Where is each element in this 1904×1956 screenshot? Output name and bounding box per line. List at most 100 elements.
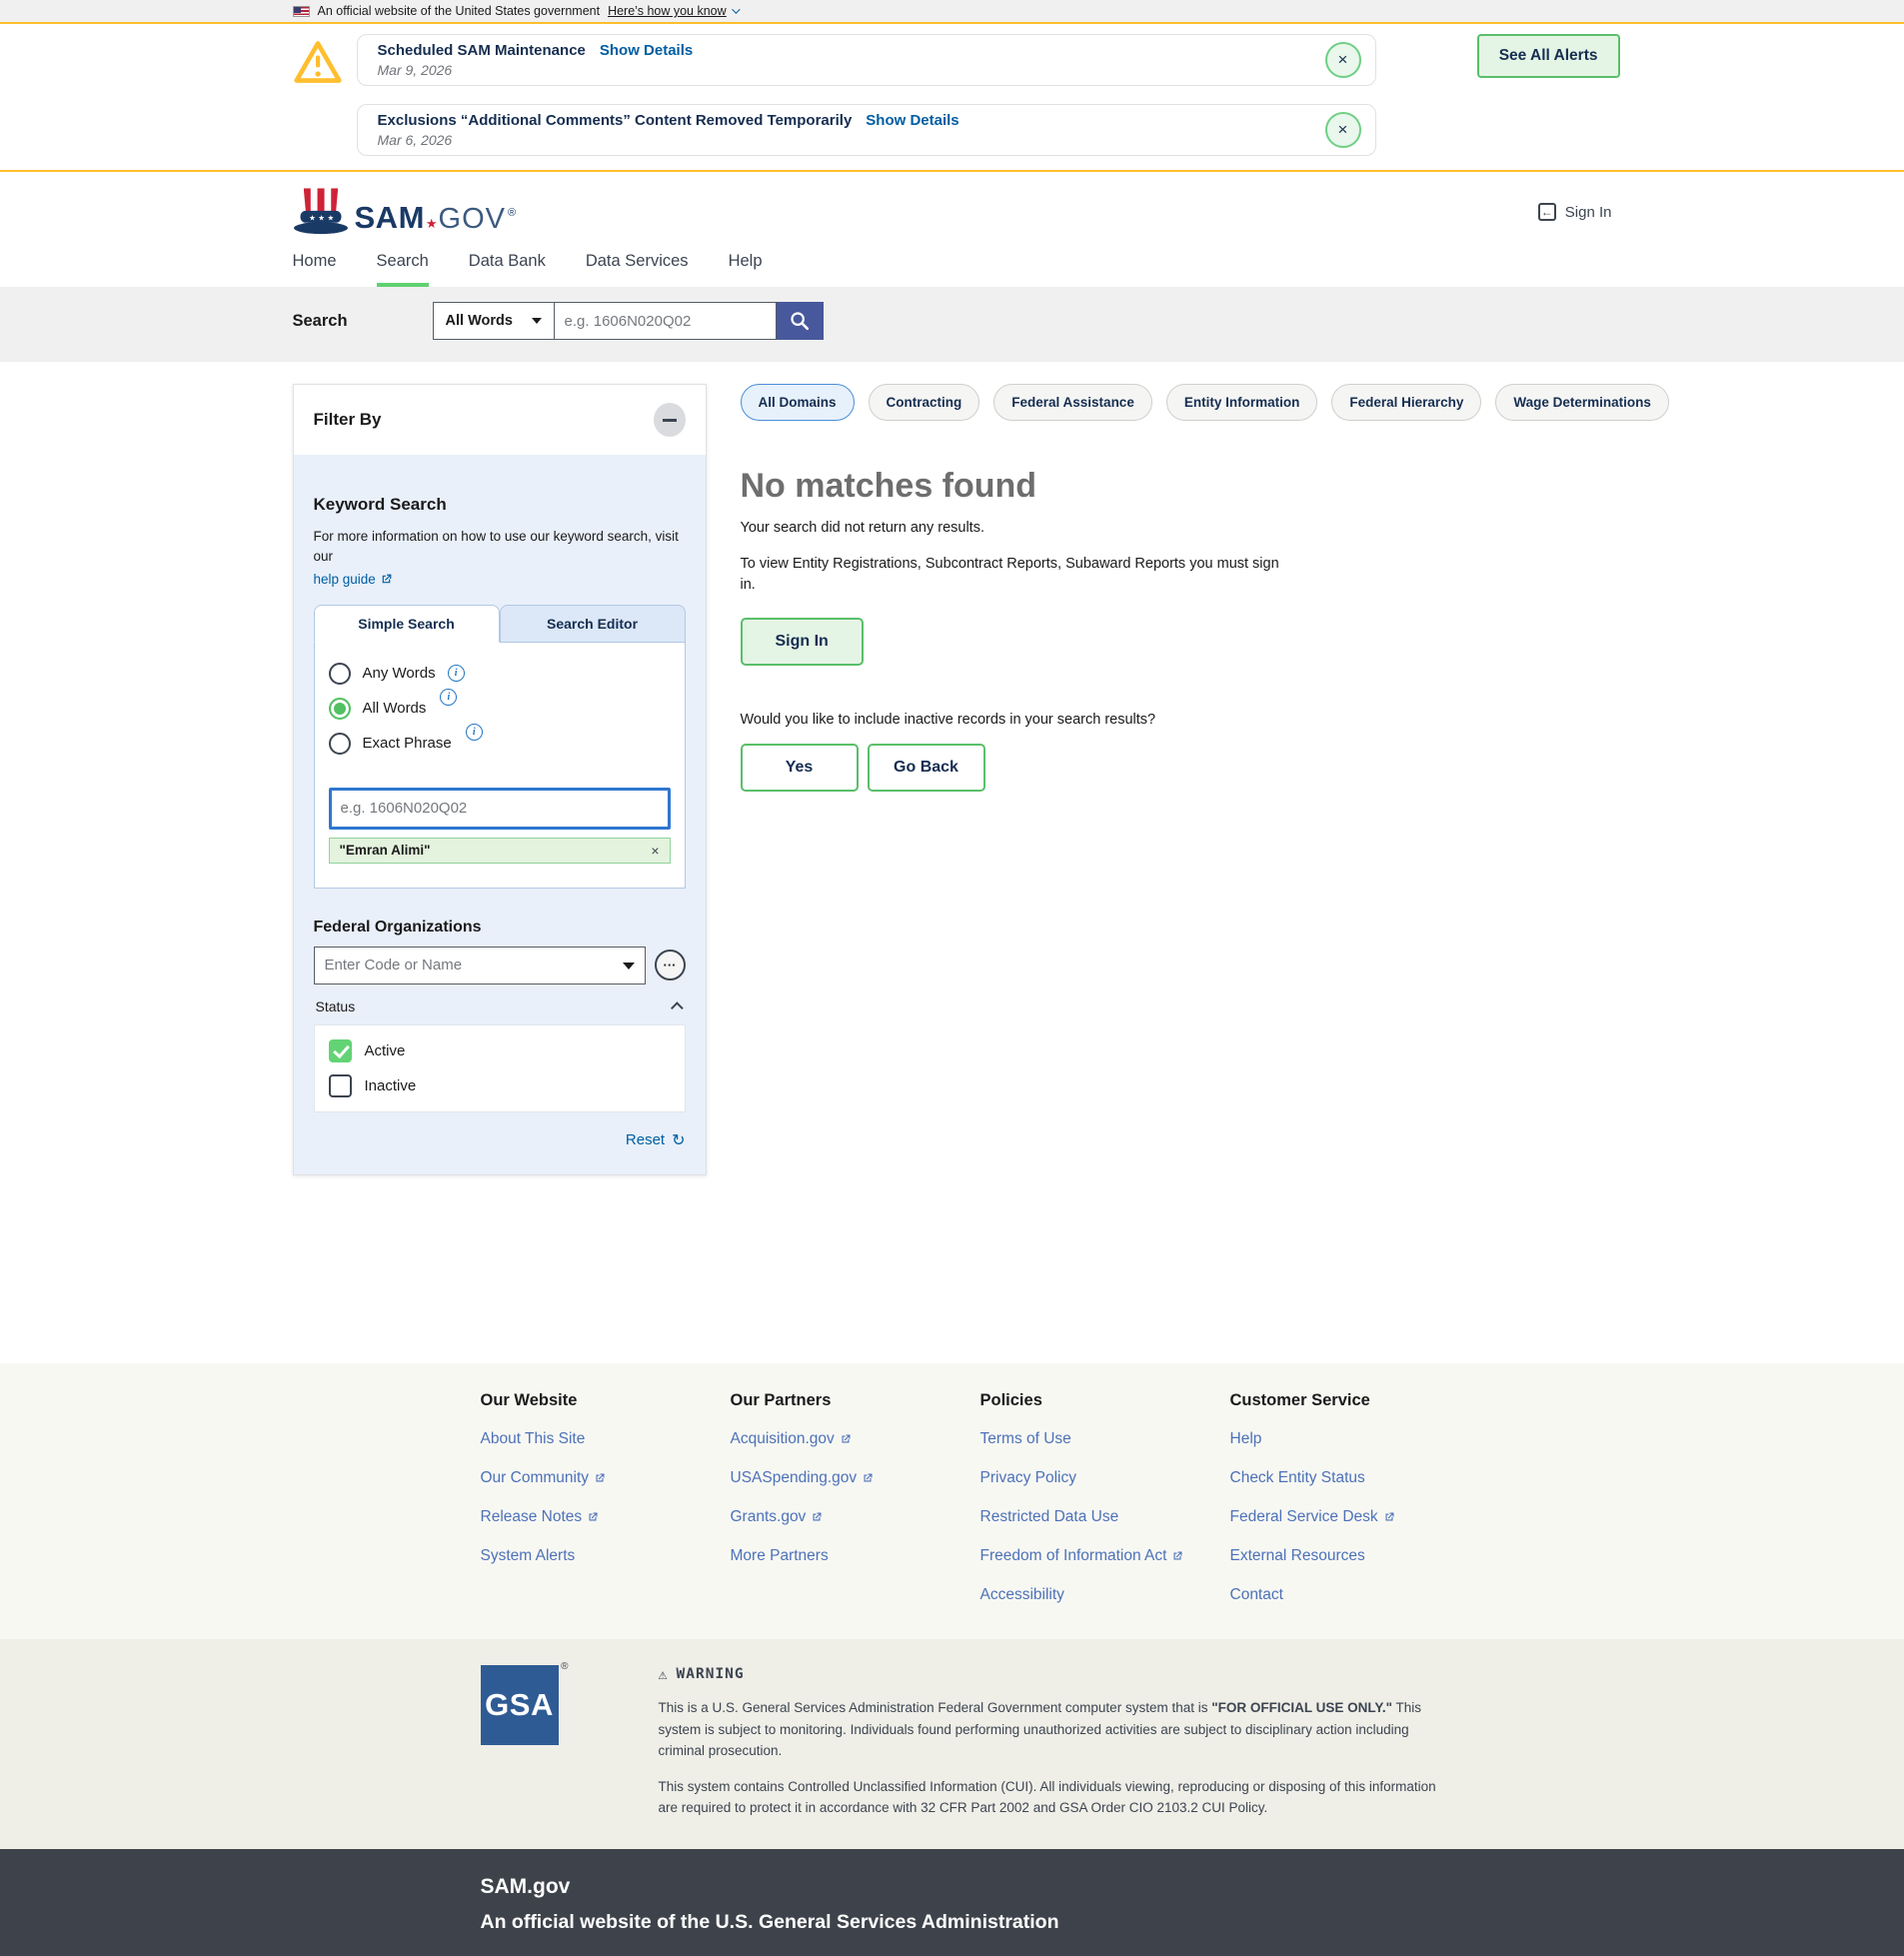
external-link-icon — [840, 1433, 852, 1445]
radio-label-exact-phrase: Exact Phrase — [363, 735, 452, 752]
info-icon[interactable]: i — [448, 665, 465, 682]
external-link-icon — [862, 1472, 874, 1484]
keyword-search-input[interactable] — [329, 788, 671, 830]
footer-link-more-partners[interactable]: More Partners — [731, 1547, 829, 1565]
global-search-input[interactable] — [555, 302, 777, 340]
footer-column-heading: Customer Service — [1230, 1391, 1480, 1410]
primary-nav: Home Search Data Bank Data Services Help — [0, 242, 1904, 287]
nav-item-data-bank[interactable]: Data Bank — [469, 252, 546, 287]
info-icon[interactable]: i — [466, 724, 483, 741]
domain-tab-federal-assistance[interactable]: Federal Assistance — [993, 384, 1152, 421]
federal-org-input[interactable] — [314, 947, 646, 984]
tab-simple-search[interactable]: Simple Search — [314, 605, 500, 643]
radio-all-words[interactable] — [329, 698, 351, 720]
go-back-button[interactable]: Go Back — [868, 744, 985, 792]
no-results-subtitle: Your search did not return any results. — [741, 520, 1669, 536]
footer-link-acquisition-gov[interactable]: Acquisition.gov — [731, 1430, 852, 1448]
reset-filters-link[interactable]: Reset ↻ — [626, 1130, 686, 1150]
footer-link-accessibility[interactable]: Accessibility — [980, 1586, 1064, 1604]
footer-link-system-alerts[interactable]: System Alerts — [481, 1547, 576, 1565]
close-alert-button[interactable]: × — [1325, 112, 1361, 148]
footer-link-help[interactable]: Help — [1230, 1430, 1262, 1448]
checkbox-inactive[interactable] — [329, 1074, 352, 1097]
external-link-icon — [380, 573, 393, 586]
gsa-logo: GSA — [481, 1665, 559, 1745]
nav-item-home[interactable]: Home — [293, 252, 337, 287]
radio-exact-phrase[interactable] — [329, 733, 351, 755]
keyword-search-heading: Keyword Search — [314, 495, 686, 515]
domain-tab-federal-hierarchy[interactable]: Federal Hierarchy — [1331, 384, 1481, 421]
how-you-know-link[interactable]: Here’s how you know — [608, 4, 738, 18]
checkbox-active[interactable] — [329, 1039, 352, 1062]
status-label: Status — [316, 998, 356, 1014]
registered-mark: ® — [561, 1661, 568, 1672]
include-inactive-question: Would you like to include inactive recor… — [741, 712, 1669, 728]
search-label: Search — [293, 312, 348, 331]
warning-paragraph-2: This system contains Controlled Unclassi… — [659, 1776, 1448, 1819]
nav-item-search[interactable]: Search — [377, 252, 429, 287]
gov-banner: An official website of the United States… — [0, 0, 1904, 24]
close-alert-button[interactable]: × — [1325, 42, 1361, 78]
radio-any-words[interactable] — [329, 663, 351, 685]
search-submit-button[interactable] — [777, 302, 824, 340]
main-content: Filter By Keyword Search For more inform… — [0, 362, 1904, 1363]
external-link-icon — [1171, 1550, 1183, 1562]
help-guide-link[interactable]: help guide — [314, 572, 393, 587]
show-details-link[interactable]: Show Details — [866, 112, 958, 129]
keyword-search-tabs: Simple Search Search Editor — [314, 605, 686, 643]
checkbox-label-active: Active — [365, 1042, 406, 1059]
alerts-section: Scheduled SAM Maintenance Show Details M… — [0, 24, 1904, 172]
footer-link-usaspending-gov[interactable]: USASpending.gov — [731, 1469, 875, 1487]
uncle-sam-hat-icon: ★ ★ ★ — [293, 188, 349, 236]
collapse-filters-button[interactable] — [654, 403, 686, 437]
show-details-link[interactable]: Show Details — [600, 42, 693, 59]
footer-column-heading: Policies — [980, 1391, 1230, 1410]
org-hierarchy-button[interactable]: ··· — [655, 950, 686, 980]
radio-label-all-words: All Words — [363, 700, 427, 717]
footer-warning-section: GSA ® ⚠ WARNING This is a U.S. General S… — [0, 1639, 1904, 1849]
sign-in-button[interactable]: Sign In — [741, 618, 864, 666]
domain-tab-contracting[interactable]: Contracting — [869, 384, 980, 421]
see-all-alerts-button[interactable]: See All Alerts — [1477, 34, 1620, 78]
yes-button[interactable]: Yes — [741, 744, 859, 792]
nav-item-help[interactable]: Help — [729, 252, 763, 287]
footer-link-our-community[interactable]: Our Community — [481, 1469, 607, 1487]
nav-item-data-services[interactable]: Data Services — [586, 252, 689, 287]
chevron-up-icon[interactable] — [671, 1001, 684, 1014]
filter-by-title: Filter By — [314, 410, 382, 430]
status-options: Active Inactive — [314, 1024, 686, 1112]
footer-links-section: Our Website About This Site Our Communit… — [0, 1363, 1904, 1639]
alert-date: Mar 6, 2026 — [378, 132, 959, 148]
footer-link-federal-service-desk[interactable]: Federal Service Desk — [1230, 1508, 1395, 1526]
footer-link-release-notes[interactable]: Release Notes — [481, 1508, 600, 1526]
footer-link-grants-gov[interactable]: Grants.gov — [731, 1508, 824, 1526]
brand-gov-text: GOV — [439, 203, 506, 236]
footer-column-our-website: Our Website About This Site Our Communit… — [481, 1391, 731, 1625]
samgov-logo[interactable]: ★ ★ ★ SAM ★ GOV ® — [293, 188, 517, 236]
domain-tab-all-domains[interactable]: All Domains — [741, 384, 855, 421]
footer-link-external-resources[interactable]: External Resources — [1230, 1547, 1365, 1565]
footer-link-foia[interactable]: Freedom of Information Act — [980, 1547, 1184, 1565]
footer-link-about-this-site[interactable]: About This Site — [481, 1430, 586, 1448]
footer-link-privacy-policy[interactable]: Privacy Policy — [980, 1469, 1076, 1487]
brand-sam-text: SAM — [355, 200, 425, 236]
footer-link-restricted-data-use[interactable]: Restricted Data Use — [980, 1508, 1119, 1526]
footer-column-heading: Our Website — [481, 1391, 731, 1410]
search-mode-value: All Words — [446, 313, 513, 329]
footer-column-heading: Our Partners — [731, 1391, 980, 1410]
search-mode-select[interactable]: All Words — [433, 302, 555, 340]
footer-tagline: An official website of the U.S. General … — [481, 1911, 1622, 1934]
footer-link-terms-of-use[interactable]: Terms of Use — [980, 1430, 1071, 1448]
no-matches-title: No matches found — [741, 467, 1669, 506]
search-icon — [789, 310, 811, 332]
remove-tag-icon[interactable]: × — [651, 843, 659, 859]
tab-search-editor[interactable]: Search Editor — [500, 605, 686, 643]
footer-link-contact[interactable]: Contact — [1230, 1586, 1283, 1604]
domain-tab-wage-determinations[interactable]: Wage Determinations — [1495, 384, 1669, 421]
header-sign-in-link[interactable]: ← Sign In — [1538, 203, 1612, 221]
keyword-tag-label: "Emran Alimi" — [340, 843, 431, 858]
info-icon[interactable]: i — [440, 689, 457, 706]
footer-link-check-entity-status[interactable]: Check Entity Status — [1230, 1469, 1365, 1487]
domain-tab-entity-information[interactable]: Entity Information — [1166, 384, 1318, 421]
external-link-icon — [587, 1511, 599, 1523]
